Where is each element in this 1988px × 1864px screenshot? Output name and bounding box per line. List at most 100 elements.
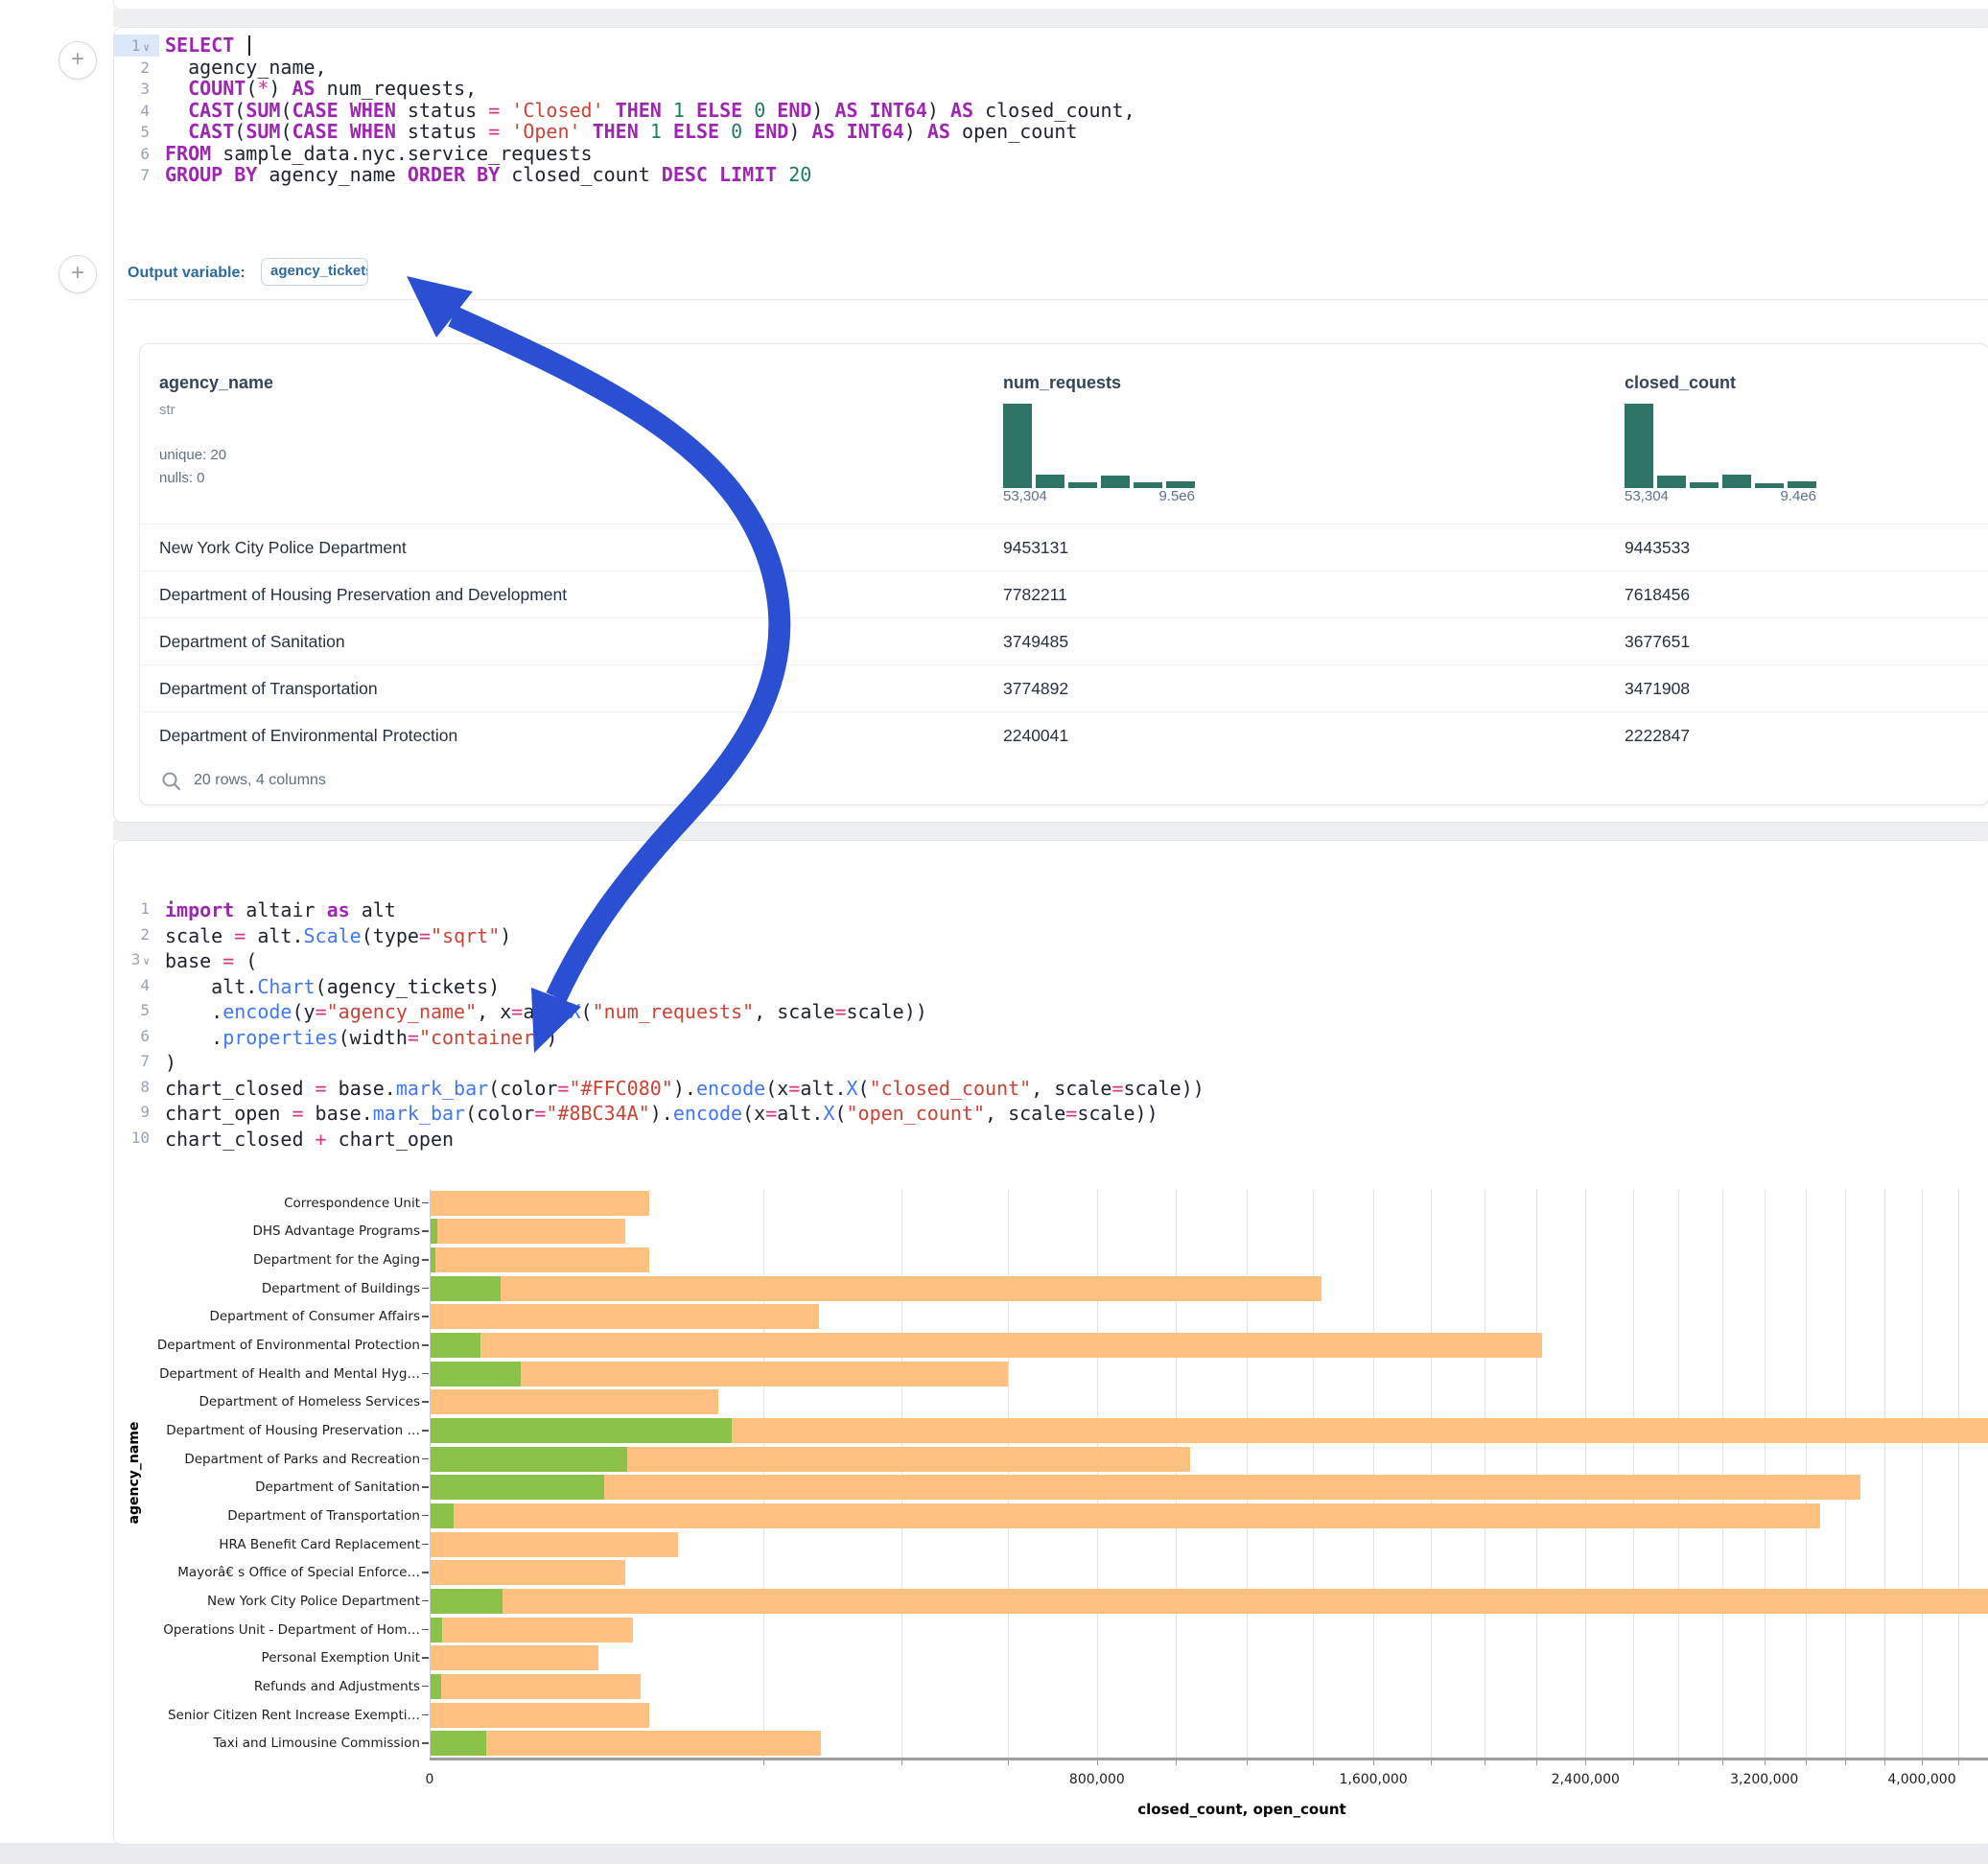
- y-axis-tick: [422, 1600, 429, 1602]
- table-row[interactable]: Department of Sanitation37494853677651: [140, 617, 1988, 665]
- code-line[interactable]: FROM sample_data.nyc.service_requests: [165, 143, 593, 165]
- table-row[interactable]: Department of Environmental Protection22…: [140, 711, 1988, 759]
- column-meta: unique: 20nulls: 0: [159, 444, 226, 490]
- gridline: [1765, 1189, 1766, 1758]
- category-label: Department of Housing Preservation …: [132, 1423, 420, 1438]
- y-axis-tick: [422, 1373, 429, 1375]
- divider: [128, 299, 1988, 300]
- bar-open-count: [431, 1503, 454, 1528]
- x-axis-tick: [1373, 1759, 1374, 1765]
- gridline: [1722, 1189, 1723, 1758]
- code-line[interactable]: import altair as alt: [165, 897, 396, 923]
- histogram-bar: [1036, 475, 1064, 488]
- line-number: 6: [113, 145, 155, 163]
- x-axis-tick: [1722, 1759, 1723, 1765]
- code-line[interactable]: ): [165, 1050, 176, 1076]
- gridline: [1536, 1189, 1537, 1758]
- table-cell: 9443533: [1625, 538, 1690, 558]
- table-cell: Department of Housing Preservation and D…: [159, 585, 567, 605]
- code-line[interactable]: chart_closed + chart_open: [165, 1127, 454, 1153]
- fold-chevron-icon[interactable]: ∨: [143, 41, 150, 54]
- code-line[interactable]: .encode(y="agency_name", x=alt.X("num_re…: [165, 999, 927, 1025]
- histogram-bar: [1788, 481, 1816, 488]
- page-bottom-strip: [0, 1843, 1988, 1864]
- y-axis-tick: [422, 1714, 429, 1716]
- cell-gap: [113, 9, 1988, 27]
- code-line[interactable]: CAST(SUM(CASE WHEN status = 'Closed' THE…: [165, 100, 1135, 122]
- x-axis-tick: [1678, 1759, 1679, 1765]
- histogram-bar: [1003, 404, 1032, 488]
- table-row[interactable]: Department of Transportation377489234719…: [140, 664, 1988, 712]
- x-axis-tick: [1176, 1759, 1177, 1765]
- code-line[interactable]: chart_open = base.mark_bar(color="#8BC34…: [165, 1101, 1158, 1127]
- code-line[interactable]: base = (: [165, 948, 257, 974]
- y-axis-tick: [422, 1486, 429, 1488]
- line-number: 5: [113, 1001, 155, 1019]
- bar-open-count: [431, 1475, 604, 1500]
- x-axis-tick: [1922, 1759, 1923, 1765]
- table-row[interactable]: New York City Police Department945313194…: [140, 524, 1988, 571]
- y-axis-tick: [422, 1458, 429, 1460]
- category-label: Department of Environmental Protection: [132, 1338, 420, 1353]
- fold-chevron-icon[interactable]: ∨: [143, 955, 150, 967]
- line-number: 6: [113, 1027, 155, 1045]
- gridline: [1373, 1189, 1374, 1758]
- bar-closed-count: [431, 1389, 718, 1414]
- gridline: [1806, 1189, 1807, 1758]
- gridline: [901, 1189, 902, 1758]
- cell-gap: [113, 821, 1988, 840]
- line-number: 3: [113, 80, 155, 98]
- category-label: Department of Buildings: [132, 1281, 420, 1296]
- code-line[interactable]: .properties(width="container"): [165, 1025, 557, 1051]
- x-axis-tick-label: 0: [426, 1772, 434, 1787]
- category-label: Department for the Aging: [132, 1252, 420, 1268]
- gridline: [1922, 1189, 1923, 1758]
- code-line[interactable]: COUNT(*) AS num_requests,: [165, 78, 477, 100]
- column-header: num_requests: [1003, 373, 1121, 393]
- code-line[interactable]: SELECT: [165, 35, 250, 57]
- table-cell: Department of Sanitation: [159, 632, 345, 652]
- column-header: closed_count: [1625, 373, 1736, 393]
- bar-open-count: [431, 1276, 501, 1301]
- x-axis-tick: [1765, 1759, 1766, 1765]
- output-variable-input[interactable]: agency_tickets: [261, 258, 368, 286]
- x-axis-tick: [1247, 1759, 1248, 1765]
- table-row[interactable]: Department of Housing Preservation and D…: [140, 571, 1988, 618]
- code-line[interactable]: agency_name,: [165, 57, 327, 79]
- x-axis-tick: [1431, 1759, 1432, 1765]
- table-cell: Department of Transportation: [159, 679, 378, 699]
- table-cell: 7782211: [1003, 585, 1067, 605]
- line-number: 5: [113, 123, 155, 141]
- line-number: 4: [113, 976, 155, 994]
- code-line[interactable]: alt.Chart(agency_tickets): [165, 974, 500, 1000]
- histogram-range-labels: 53,3049.4e6: [1625, 488, 1816, 504]
- bar-closed-count: [431, 1247, 649, 1272]
- x-axis-tick: [1958, 1759, 1959, 1765]
- histogram-bar: [1657, 476, 1686, 488]
- table-cell: 7618456: [1625, 585, 1690, 605]
- bar-closed-count: [431, 1475, 1860, 1500]
- x-axis-tick-label: 800,000: [1069, 1772, 1125, 1787]
- bar-closed-count: [431, 1618, 633, 1643]
- y-axis-tick: [422, 1629, 429, 1631]
- x-axis-tick-label: 2,400,000: [1552, 1772, 1620, 1787]
- x-axis-tick: [1806, 1759, 1807, 1765]
- code-line[interactable]: chart_closed = base.mark_bar(color="#FFC…: [165, 1076, 1204, 1102]
- search-icon[interactable]: [161, 771, 182, 792]
- x-axis-domain: [430, 1758, 1988, 1760]
- gridline: [1678, 1189, 1679, 1758]
- code-line[interactable]: scale = alt.Scale(type="sqrt"): [165, 923, 511, 949]
- gridline: [1884, 1189, 1885, 1758]
- table-cell: 2222847: [1625, 726, 1690, 746]
- line-number: 4: [113, 102, 155, 120]
- bar-open-count: [431, 1589, 503, 1614]
- code-line[interactable]: GROUP BY agency_name ORDER BY closed_cou…: [165, 164, 811, 186]
- category-label: Taxi and Limousine Commission: [132, 1736, 420, 1751]
- bar-closed-count: [431, 1645, 598, 1670]
- code-line[interactable]: CAST(SUM(CASE WHEN status = 'Open' THEN …: [165, 121, 1077, 143]
- add-cell-button[interactable]: +: [58, 255, 97, 293]
- y-axis-tick: [422, 1544, 429, 1546]
- gridline: [1585, 1189, 1586, 1758]
- add-cell-button[interactable]: +: [58, 41, 97, 80]
- category-label: Refunds and Adjustments: [132, 1679, 420, 1694]
